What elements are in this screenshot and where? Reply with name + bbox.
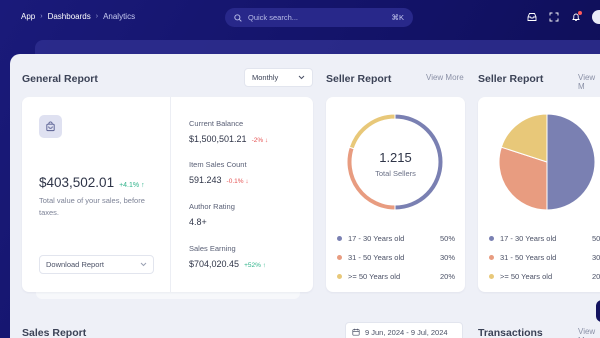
- download-report-label: Download Report: [46, 260, 104, 269]
- inbox-icon[interactable]: [526, 12, 537, 23]
- seller-legend: 17 - 30 Years old 50% 31 - 50 Years old 30…: [337, 229, 455, 286]
- slice-50-plus: [348, 113, 396, 150]
- legend-label: 31 - 50 Years old: [348, 253, 405, 262]
- floating-action-button[interactable]: [596, 300, 600, 322]
- legend-swatch: [489, 274, 494, 279]
- breadcrumb-app[interactable]: App: [21, 12, 35, 21]
- legend-item: >= 50 Years old 20%: [489, 267, 600, 286]
- stat-label: Item Sales Count: [189, 160, 247, 169]
- search-shortcut: ⌘K: [391, 13, 404, 22]
- bell-icon[interactable]: [570, 10, 582, 23]
- notification-dot: [578, 10, 582, 15]
- chevron-right-icon: ›: [95, 13, 99, 20]
- legend-pct: 20%: [439, 272, 455, 281]
- seller-legend-2: 17 - 30 Years old 50% 31 - 50 Years old 30…: [489, 229, 600, 286]
- view-more-link-2[interactable]: View M: [578, 73, 600, 91]
- seller-report-title-2: Seller Report: [478, 73, 544, 85]
- general-report-card: $403,502.01 +4.1% ↑ Total value of your …: [22, 97, 313, 292]
- stat-label: Author Rating: [189, 202, 235, 211]
- legend-item: 17 - 30 Years old 50%: [489, 229, 600, 248]
- stat-change: -0.1% ↓: [226, 178, 249, 185]
- stat-value: $1,500,501.21: [189, 134, 247, 144]
- stat-author-rating: Author Rating 4.8+: [189, 202, 235, 227]
- stat-change: +52% ↑: [244, 262, 266, 269]
- slice-17-30: [546, 113, 596, 211]
- stat-sales-earning: Sales Earning $704,020.45 +52% ↑: [189, 244, 266, 269]
- legend-label: 17 - 30 Years old: [500, 234, 557, 243]
- seller-report-card-2: 17 - 30 Years old 50% 31 - 50 Years old 30…: [478, 97, 600, 292]
- stat-label: Current Balance: [189, 119, 244, 128]
- avatar[interactable]: [592, 10, 600, 24]
- search-placeholder: Quick search...: [248, 13, 299, 22]
- period-select-value: Monthly: [252, 73, 279, 82]
- legend-label: 17 - 30 Years old: [348, 234, 405, 243]
- stat-label: Sales Earning: [189, 244, 236, 253]
- calendar-icon: [352, 328, 360, 336]
- transactions-view-more[interactable]: View M: [578, 327, 600, 338]
- general-report-title: General Report: [22, 73, 98, 85]
- legend-label: 31 - 50 Years old: [500, 253, 557, 262]
- chevron-right-icon: ›: [40, 13, 43, 20]
- chevron-down-icon: [298, 75, 305, 80]
- card-shadow-layer: [36, 291, 300, 299]
- breadcrumb: App › Dashboards › Analytics: [21, 12, 135, 21]
- search-icon: [234, 13, 242, 22]
- stat-value: 591.243: [189, 175, 222, 185]
- breadcrumb-current: Analytics: [103, 12, 136, 21]
- total-value: $403,502.01 +4.1% ↑: [39, 175, 145, 190]
- legend-swatch: [489, 236, 494, 241]
- top-icons: [526, 10, 600, 24]
- legend-label: >= 50 Years old: [348, 272, 401, 281]
- donut-center-label: Total Sellers: [375, 169, 416, 178]
- sales-report-title: Sales Report: [22, 327, 87, 338]
- breadcrumb-dashboards[interactable]: Dashboards: [48, 12, 91, 21]
- seller-report-title: Seller Report: [326, 73, 392, 85]
- seller-report-card: 1.215 Total Sellers 17 - 30 Years old 50%…: [326, 97, 465, 292]
- card-divider: [170, 97, 171, 292]
- transactions-title: Transactions: [478, 327, 543, 338]
- search-input[interactable]: Quick search... ⌘K: [225, 8, 413, 27]
- legend-swatch: [489, 255, 494, 260]
- legend-pct: 50%: [591, 234, 600, 243]
- legend-swatch: [337, 236, 342, 241]
- legend-pct: 30%: [591, 253, 600, 262]
- seller-pie-chart: [498, 113, 596, 211]
- legend-swatch: [337, 255, 342, 260]
- legend-pct: 50%: [439, 234, 455, 243]
- period-select[interactable]: Monthly: [244, 68, 313, 87]
- legend-item: >= 50 Years old 20%: [337, 267, 455, 286]
- stat-value: 4.8+: [189, 217, 207, 227]
- total-description: Total value of your sales, before taxes.: [39, 196, 145, 217]
- stat-value: $704,020.45: [189, 259, 240, 269]
- top-bar: App › Dashboards › Analytics Quick searc…: [0, 0, 600, 36]
- download-report-select[interactable]: Download Report: [39, 255, 154, 274]
- legend-item: 31 - 50 Years old 30%: [337, 248, 455, 267]
- fullscreen-icon[interactable]: [548, 12, 559, 23]
- view-more-link[interactable]: View More: [426, 73, 464, 82]
- stat-item-sales-count: Item Sales Count 591.243 -0.1% ↓: [189, 160, 249, 185]
- shopping-bag-icon: [39, 115, 62, 138]
- legend-item: 31 - 50 Years old 30%: [489, 248, 600, 267]
- date-range-picker[interactable]: 9 Jun, 2024 - 9 Jul, 2024: [345, 322, 463, 338]
- stat-change: -2% ↓: [251, 137, 269, 144]
- total-change: +4.1% ↑: [119, 182, 145, 189]
- legend-pct: 20%: [591, 272, 600, 281]
- legend-swatch: [337, 274, 342, 279]
- total-amount: $403,502.01: [39, 175, 115, 190]
- donut-center-value: 1.215: [379, 150, 412, 165]
- chevron-down-icon: [140, 262, 147, 267]
- legend-label: >= 50 Years old: [500, 272, 553, 281]
- legend-item: 17 - 30 Years old 50%: [337, 229, 455, 248]
- stat-current-balance: Current Balance $1,500,501.21 -2% ↓: [189, 119, 268, 144]
- legend-pct: 30%: [439, 253, 455, 262]
- date-range-value: 9 Jun, 2024 - 9 Jul, 2024: [365, 327, 448, 337]
